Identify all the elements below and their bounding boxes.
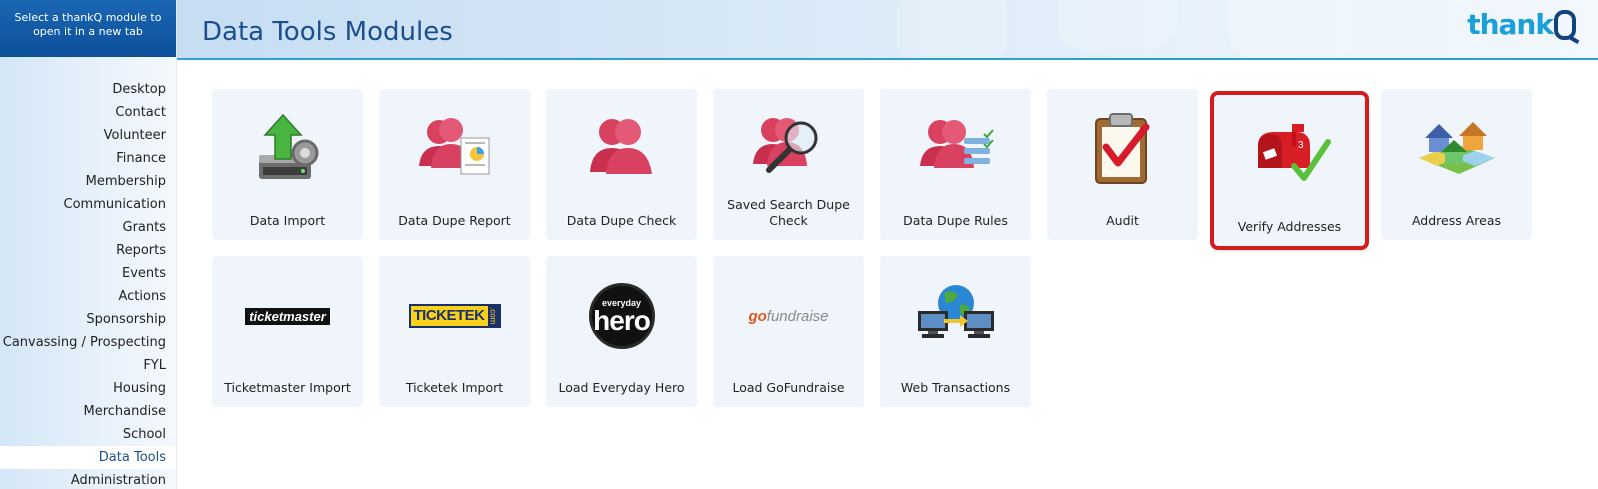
data-dupe-report-icon: [379, 103, 530, 195]
puzzle-decoration: [1227, 0, 1357, 58]
thankq-logo: thank: [1467, 8, 1576, 41]
sidebar-item-administration[interactable]: Administration: [0, 469, 176, 489]
page-header: Data Tools Modules thank: [177, 0, 1598, 60]
logo-q-glyph: [1554, 9, 1576, 40]
page-title: Data Tools Modules: [202, 17, 453, 47]
sidebar: Select a thankQ module to open it in a n…: [0, 0, 177, 489]
module-label: Address Areas: [1411, 213, 1502, 228]
module-label: Load Everyday Hero: [558, 380, 685, 395]
module-label: Verify Addresses: [1237, 219, 1342, 234]
sidebar-item-actions[interactable]: Actions: [0, 285, 176, 308]
sidebar-instructions-line2: open it in a new tab: [33, 25, 143, 38]
ticketek-logo-text: TICKETEK: [413, 307, 486, 325]
module-tile-load-gofundraise[interactable]: gofundraise Load GoFundraise: [713, 256, 864, 407]
sidebar-item-canvassing[interactable]: Canvassing / Prospecting: [0, 331, 176, 354]
module-label: Web Transactions: [900, 380, 1011, 395]
puzzle-decoration: [1057, 0, 1177, 50]
module-tile-saved-search-dupe-check[interactable]: Saved Search Dupe Check: [713, 89, 864, 240]
sidebar-instructions-line1: Select a thankQ module to: [14, 11, 162, 24]
module-tile-ticketmaster-import[interactable]: ticketmaster Ticketmaster Import: [212, 256, 363, 407]
module-label: Data Dupe Rules: [903, 213, 1008, 228]
module-label: Data Dupe Report: [398, 213, 511, 228]
sidebar-item-fyl[interactable]: FYL: [0, 354, 176, 377]
gofundraise-logo-go: go: [748, 307, 767, 325]
sidebar-item-desktop[interactable]: Desktop: [0, 78, 176, 101]
sidebar-item-events[interactable]: Events: [0, 262, 176, 285]
module-tile-address-areas[interactable]: Address Areas: [1381, 89, 1532, 240]
module-label: Audit: [1106, 213, 1139, 228]
sidebar-instructions: Select a thankQ module to open it in a n…: [0, 0, 176, 57]
module-label: Ticketek Import: [405, 380, 504, 395]
module-label: Saved Search Dupe Check: [727, 197, 850, 228]
module-tile-load-everyday-hero[interactable]: everyday hero Load Everyday Hero: [546, 256, 697, 407]
ticketmaster-logo-icon: ticketmaster: [212, 270, 363, 362]
module-tile-data-dupe-rules[interactable]: Data Dupe Rules: [880, 89, 1031, 240]
saved-search-dupe-check-icon: [713, 103, 864, 195]
ticketmaster-logo-text: ticketmaster: [245, 307, 330, 325]
module-tile-web-transactions[interactable]: Web Transactions: [880, 256, 1031, 407]
puzzle-decoration: [897, 0, 1007, 58]
module-label: Data Import: [249, 213, 326, 228]
gofundraise-logo-fundraise: fundraise: [766, 307, 829, 325]
logo-text: thank: [1467, 8, 1554, 41]
module-tile-ticketek-import[interactable]: TICKETEK .com Ticketek Import: [379, 256, 530, 407]
app-window: Select a thankQ module to open it in a n…: [0, 0, 1598, 489]
sidebar-item-contact[interactable]: Contact: [0, 101, 176, 124]
module-nav: Desktop Contact Volunteer Finance Member…: [0, 78, 176, 489]
everyday-hero-logo-icon: everyday hero: [546, 270, 697, 362]
module-label: Load GoFundraise: [732, 380, 845, 395]
module-tile-data-import[interactable]: Data Import: [212, 89, 363, 240]
module-tile-verify-addresses[interactable]: 3 Verify Addresses: [1210, 91, 1369, 250]
sidebar-item-merchandise[interactable]: Merchandise: [0, 400, 176, 423]
module-label: Ticketmaster Import: [224, 380, 351, 395]
data-dupe-rules-icon: [880, 103, 1031, 195]
sidebar-item-school[interactable]: School: [0, 423, 176, 446]
sidebar-item-grants[interactable]: Grants: [0, 216, 176, 239]
sidebar-item-volunteer[interactable]: Volunteer: [0, 124, 176, 147]
sidebar-item-communication[interactable]: Communication: [0, 193, 176, 216]
sidebar-item-reports[interactable]: Reports: [0, 239, 176, 262]
module-tile-audit[interactable]: Audit: [1047, 89, 1198, 240]
mailbox-number: 3: [1298, 140, 1304, 151]
module-tile-data-dupe-check[interactable]: Data Dupe Check: [546, 89, 697, 240]
sidebar-item-finance[interactable]: Finance: [0, 147, 176, 170]
houses-map-icon: [1381, 103, 1532, 195]
sidebar-item-data-tools[interactable]: Data Tools: [0, 446, 176, 469]
mailbox-check-icon: 3: [1214, 109, 1365, 201]
audit-clipboard-icon: [1047, 103, 1198, 195]
sidebar-item-membership[interactable]: Membership: [0, 170, 176, 193]
ticketek-logo-suffix: .com: [487, 306, 499, 326]
data-dupe-check-icon: [546, 103, 697, 195]
web-transactions-icon: [880, 270, 1031, 362]
sidebar-item-sponsorship[interactable]: Sponsorship: [0, 308, 176, 331]
everyday-hero-logo-main: hero: [593, 305, 651, 336]
sidebar-item-housing[interactable]: Housing: [0, 377, 176, 400]
ticketek-logo-icon: TICKETEK .com: [379, 270, 530, 362]
data-import-icon: [212, 103, 363, 195]
module-label: Data Dupe Check: [566, 213, 677, 228]
gofundraise-logo-icon: gofundraise: [713, 270, 864, 362]
module-tile-data-dupe-report[interactable]: Data Dupe Report: [379, 89, 530, 240]
